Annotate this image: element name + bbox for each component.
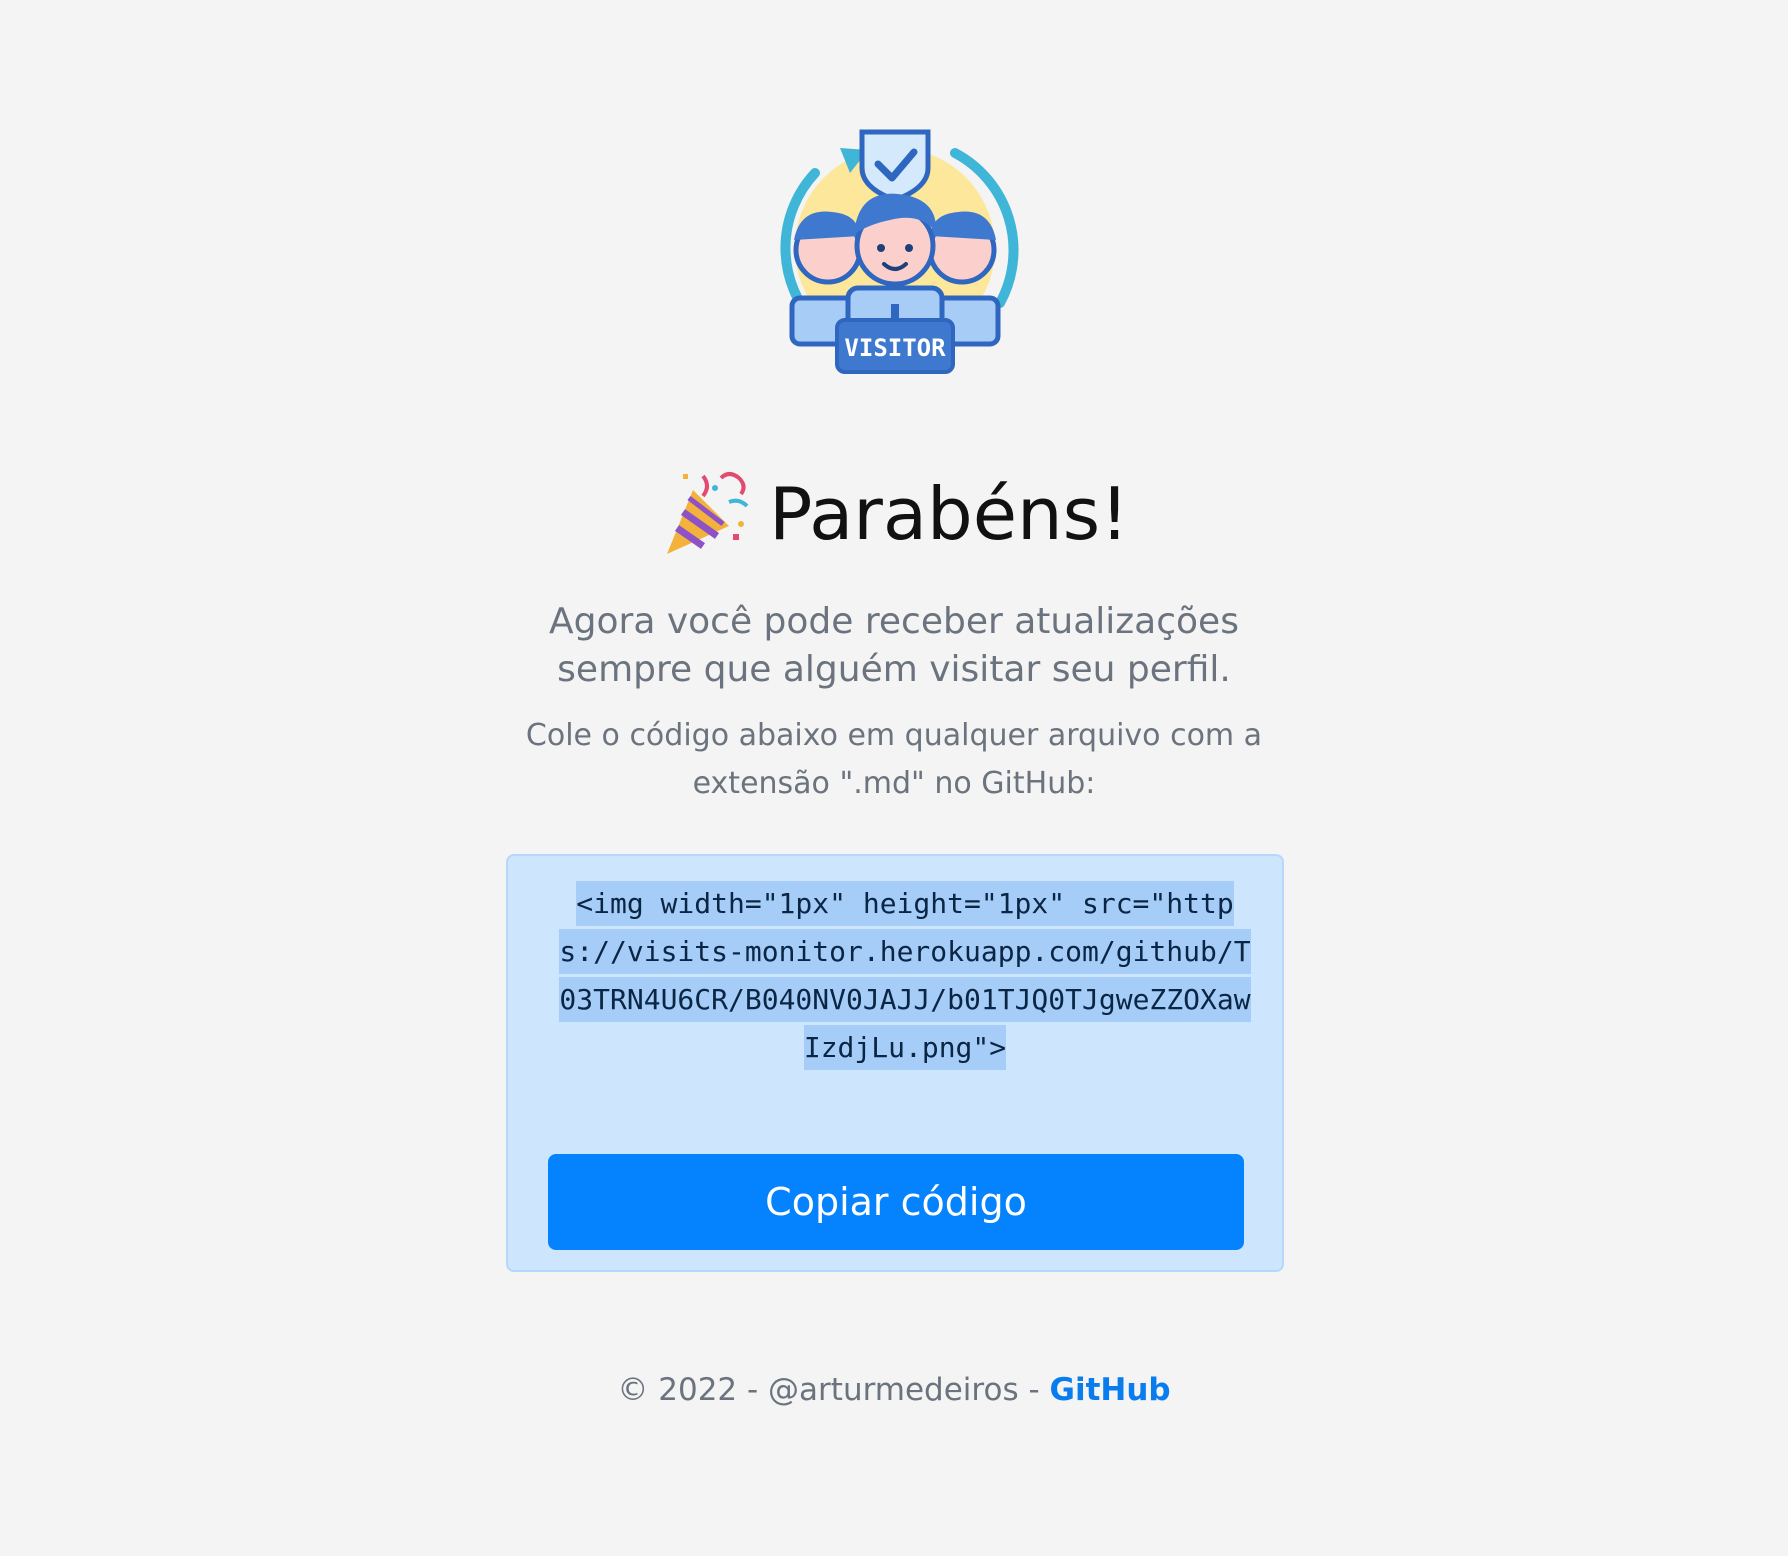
page: VISITOR Parabéns! Agora você pode recebe… <box>0 0 1788 1556</box>
instruction-line-2: extensão ".md" no GitHub: <box>692 766 1096 801</box>
page-title-row: Parabéns! <box>0 468 1788 560</box>
instruction-text: Cole o código abaixo em qualquer arquivo… <box>444 712 1344 808</box>
code-snippet[interactable]: <img width="1px" height="1px" src="https… <box>559 881 1251 1070</box>
code-snippet-block[interactable]: <img width="1px" height="1px" src="https… <box>552 880 1258 1072</box>
instruction-line-1: Cole o código abaixo em qualquer arquivo… <box>525 718 1263 753</box>
visitor-badge-icon: VISITOR <box>770 128 1020 378</box>
logo-badge-text: VISITOR <box>844 334 946 362</box>
footer-copyright: © 2022 - @arturmedeiros - <box>617 1372 1050 1408</box>
copy-code-button[interactable]: Copiar código <box>548 1154 1244 1250</box>
lead-line-2: sempre que alguém visitar seu perfil. <box>557 649 1231 690</box>
code-box: <img width="1px" height="1px" src="https… <box>506 854 1284 1272</box>
lead-text: Agora você pode receber atualizações sem… <box>444 598 1344 694</box>
footer: © 2022 - @arturmedeiros - GitHub <box>0 1372 1788 1408</box>
party-popper-icon <box>659 468 751 560</box>
page-title: Parabéns! <box>768 472 1130 556</box>
lead-line-1: Agora você pode receber atualizações <box>549 601 1239 642</box>
github-link[interactable]: GitHub <box>1050 1372 1171 1408</box>
